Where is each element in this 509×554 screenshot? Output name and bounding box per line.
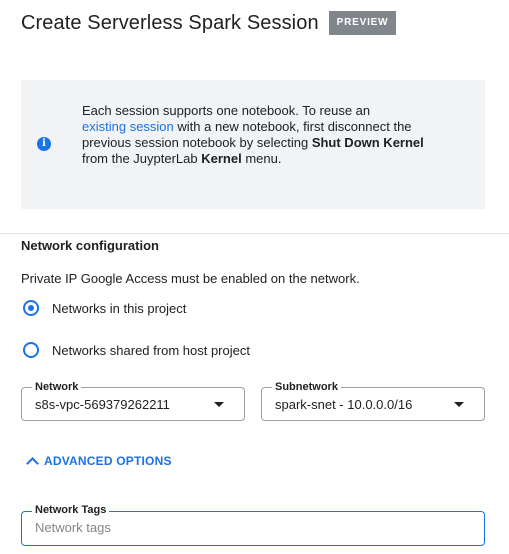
radio-label: Networks in this project [52, 300, 187, 316]
subnetwork-select[interactable]: Subnetwork spark-snet - 10.0.0.0/16 [261, 380, 485, 421]
shut-down-kernel-text: Shut Down Kernel [311, 135, 424, 150]
dropdown-arrow-icon [214, 402, 224, 407]
network-value: s8s-vpc-569379262211 [35, 397, 170, 412]
info-banner: i Each session supports one notebook. To… [21, 80, 485, 209]
preview-badge: PREVIEW [328, 11, 397, 35]
advanced-options-toggle[interactable]: ADVANCED OPTIONS [26, 454, 172, 470]
network-config-description: Private IP Google Access must be enabled… [21, 271, 360, 286]
subnetwork-value: spark-snet - 10.0.0.0/16 [275, 397, 413, 412]
network-select[interactable]: Network s8s-vpc-569379262211 [21, 380, 245, 421]
info-icon: i [37, 137, 51, 151]
subnetwork-label: Subnetwork [272, 380, 341, 394]
network-tags-field[interactable]: Network Tags [21, 503, 485, 546]
radio-checked-icon [23, 300, 39, 316]
radio-button[interactable] [21, 340, 41, 360]
info-text-part: from the JuypterLab [82, 151, 202, 166]
network-tags-label: Network Tags [32, 503, 110, 517]
create-session-page: Create Serverless Spark Session PREVIEW … [0, 0, 509, 554]
section-divider [0, 233, 509, 234]
page-title: Create Serverless Spark Session [21, 11, 319, 34]
network-config-title: Network configuration [21, 238, 159, 253]
info-text-part: menu. [241, 151, 282, 166]
info-text-part: Each session supports one notebook. To r… [82, 103, 371, 118]
network-tags-input[interactable] [35, 520, 465, 535]
existing-session-link[interactable]: existing session [82, 119, 174, 134]
radio-networks-in-project[interactable]: Networks in this project [21, 298, 186, 318]
advanced-options-label: ADVANCED OPTIONS [44, 454, 172, 468]
info-message: Each session supports one notebook. To r… [82, 103, 432, 167]
radio-label: Networks shared from host project [52, 342, 250, 358]
network-label: Network [32, 380, 82, 394]
chevron-up-icon [26, 456, 39, 470]
kernel-menu-text: Kernel [201, 151, 242, 166]
radio-networks-shared[interactable]: Networks shared from host project [21, 340, 250, 360]
radio-unchecked-icon [23, 342, 39, 358]
header: Create Serverless Spark Session PREVIEW [21, 11, 397, 35]
radio-button[interactable] [21, 298, 41, 318]
dropdown-arrow-icon [454, 402, 464, 407]
